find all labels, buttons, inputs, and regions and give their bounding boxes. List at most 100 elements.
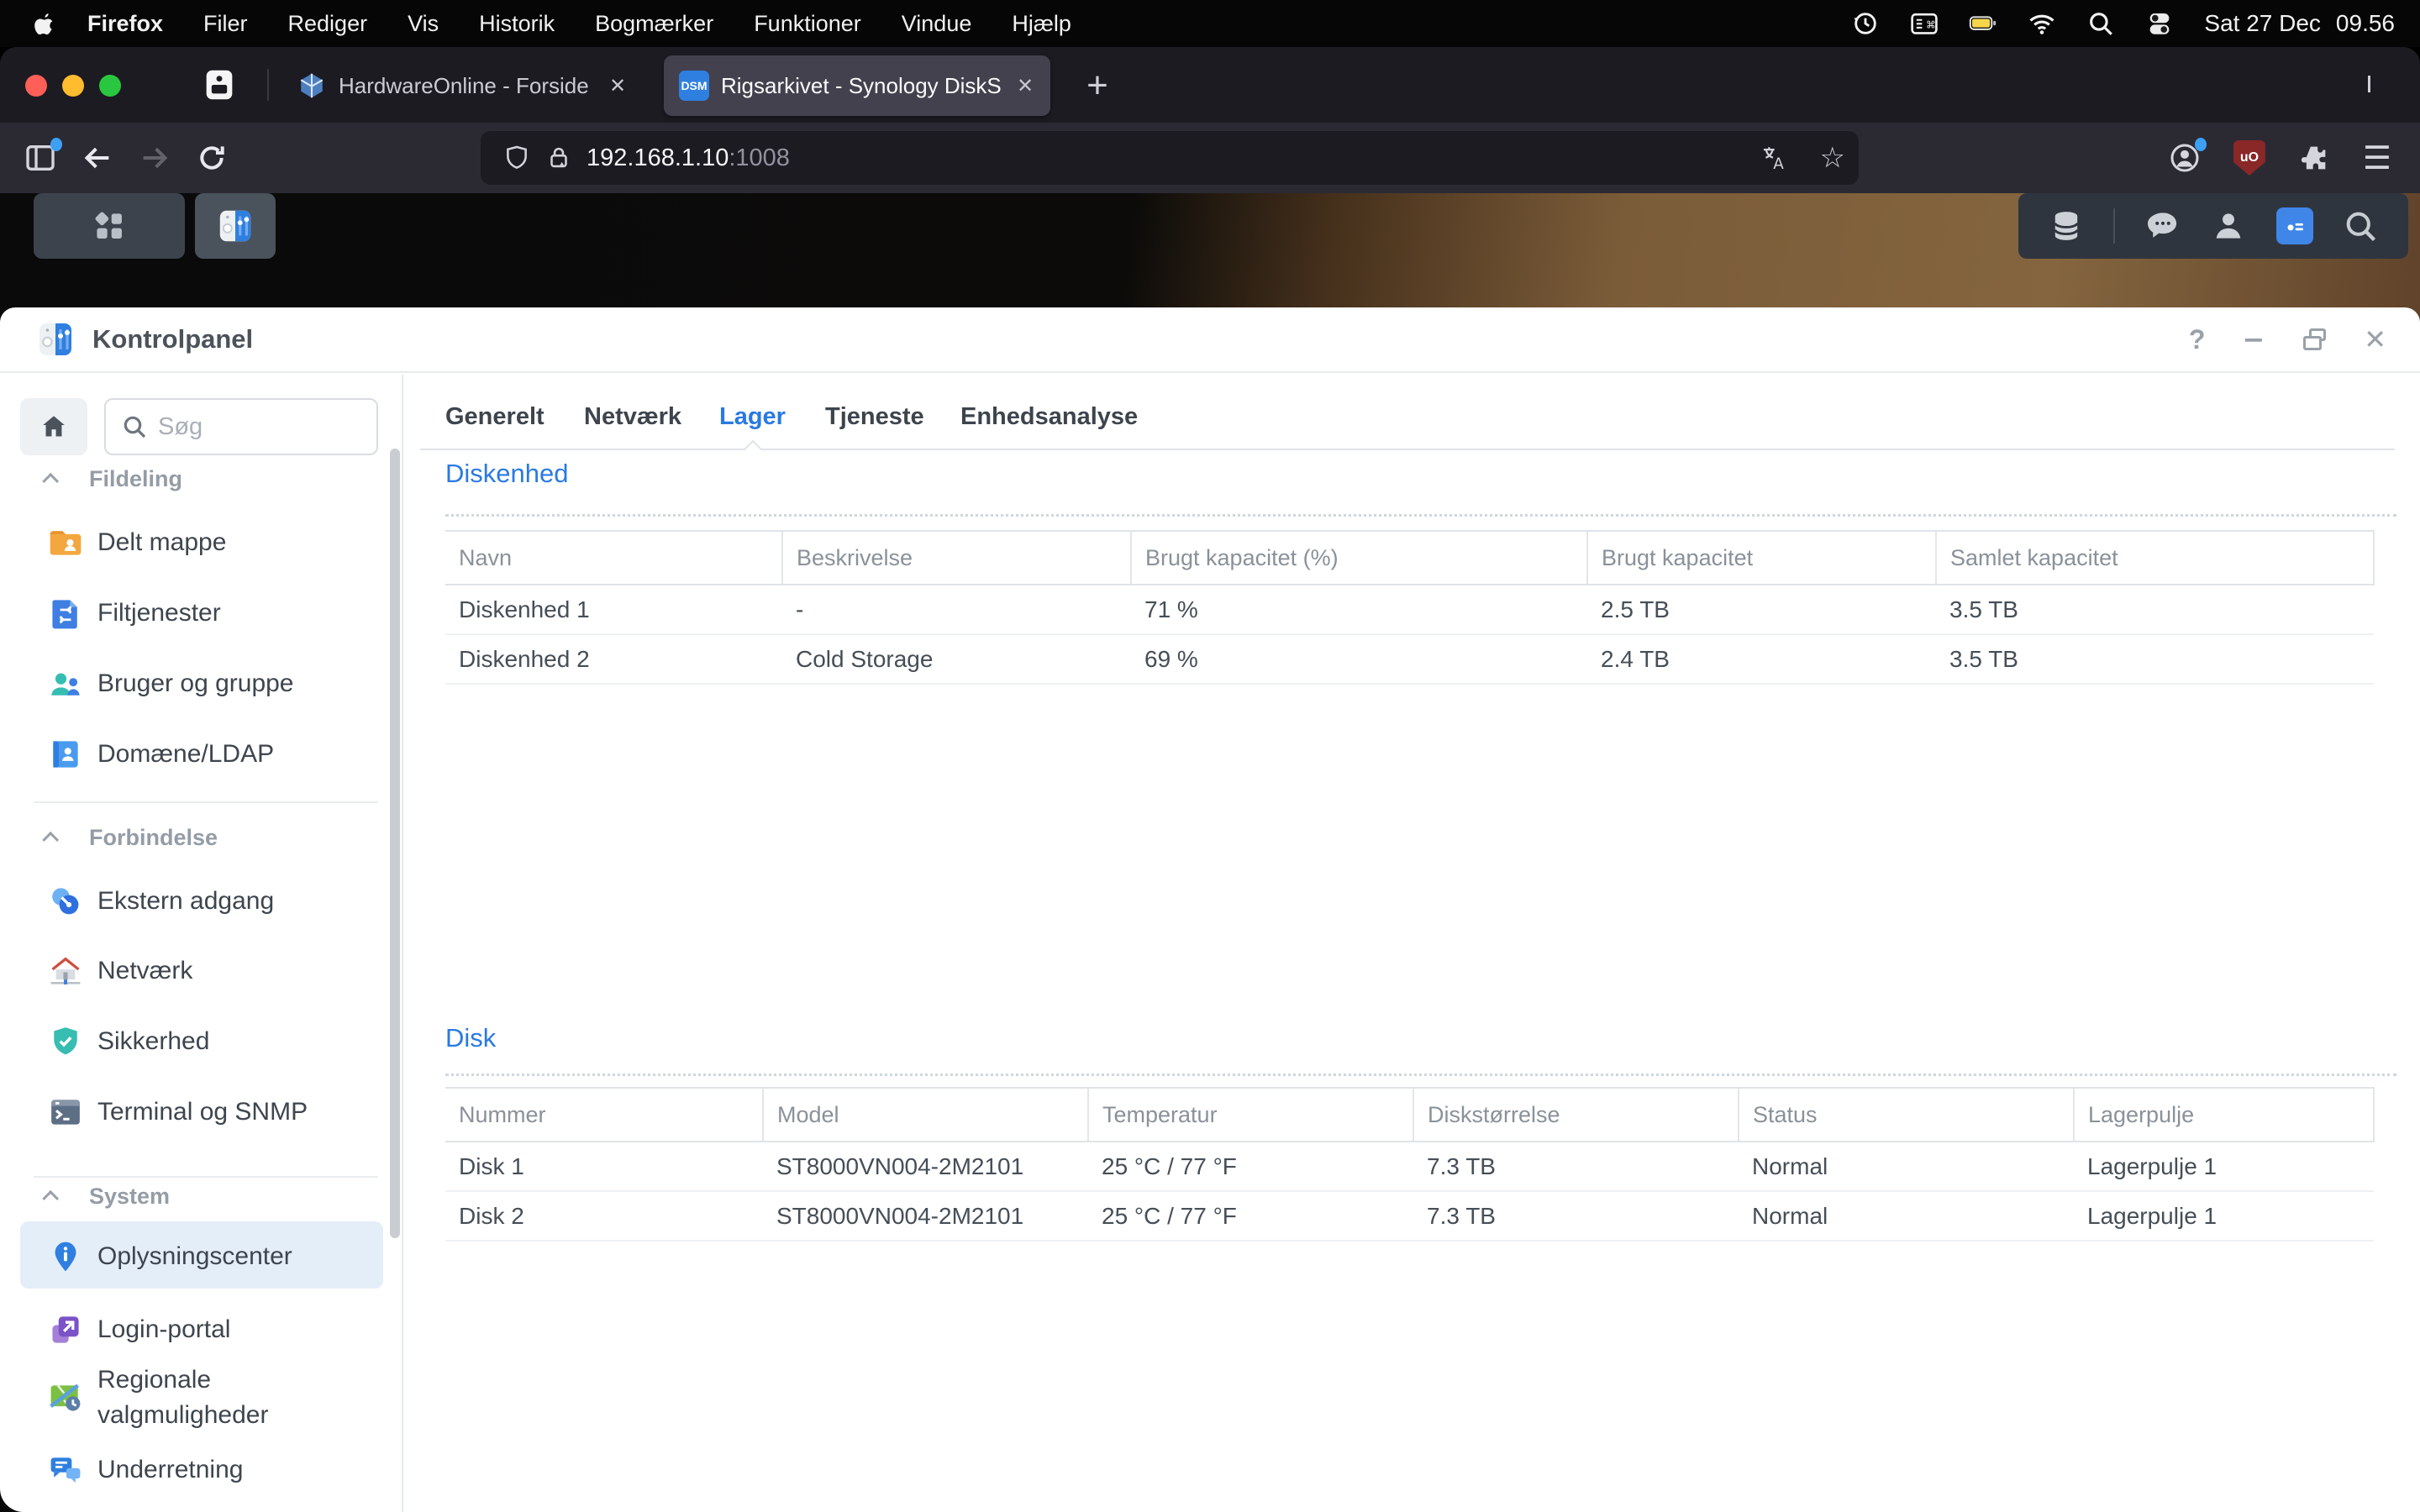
menubar-clock[interactable]: Sat 27 Dec 09.56 bbox=[2204, 10, 2395, 37]
window-minimize-button[interactable] bbox=[62, 75, 84, 97]
volume-row-1[interactable]: Diskenhed 1 - 71 % 2.5 TB 3.5 TB bbox=[445, 585, 2374, 634]
translate-icon[interactable]: A bbox=[1760, 144, 1788, 172]
tab-netvaerk[interactable]: Netværk bbox=[584, 403, 681, 431]
spotlight-search-icon[interactable] bbox=[2086, 11, 2115, 36]
column-nummer[interactable]: Nummer bbox=[445, 1088, 763, 1142]
section-header-system[interactable]: System bbox=[0, 1179, 402, 1213]
tracking-shield-icon[interactable] bbox=[502, 144, 531, 172]
menu-item-rediger[interactable]: Rediger bbox=[268, 11, 388, 37]
extensions-puzzle-icon[interactable] bbox=[2297, 141, 2331, 175]
tab-lager[interactable]: Lager bbox=[719, 403, 786, 431]
account-icon[interactable] bbox=[2168, 141, 2202, 175]
keyboard-shortcuts-icon[interactable]: ⌘ bbox=[1910, 11, 1939, 36]
sidebar-item-domaene-ldap[interactable]: Domæne/LDAP bbox=[0, 726, 390, 783]
cell: Disk 1 bbox=[445, 1142, 763, 1191]
column-lagerpulje[interactable]: Lagerpulje bbox=[2074, 1088, 2374, 1142]
tab-generelt[interactable]: Generelt bbox=[445, 403, 544, 431]
tab-hardwareonline[interactable]: HardwareOnline - Forside ✕ bbox=[281, 55, 643, 116]
new-tab-button[interactable]: + bbox=[1074, 62, 1121, 109]
control-center-icon[interactable] bbox=[2145, 11, 2174, 36]
column-navn[interactable]: Navn bbox=[445, 531, 782, 585]
sidebar-toggle-icon[interactable] bbox=[24, 141, 57, 175]
url-bar[interactable]: 192.168.1.10:1008 A ☆ bbox=[481, 131, 1859, 185]
apple-menu-icon[interactable] bbox=[34, 11, 55, 36]
url-text[interactable]: 192.168.1.10:1008 bbox=[587, 144, 1760, 172]
forward-icon[interactable] bbox=[138, 141, 171, 175]
sidebar-item-underretning[interactable]: Underretning bbox=[0, 1441, 390, 1499]
search-icon[interactable] bbox=[2342, 207, 2379, 244]
hamburger-menu-icon[interactable]: ☰ bbox=[2363, 139, 2391, 176]
connection-lock-icon[interactable] bbox=[544, 144, 573, 172]
shared-folder-icon bbox=[47, 524, 84, 561]
list-all-tabs-icon[interactable] bbox=[2368, 76, 2390, 97]
account-notification-dot bbox=[2195, 138, 2207, 151]
restore-button[interactable] bbox=[2302, 327, 2327, 352]
menu-item-historik[interactable]: Historik bbox=[459, 11, 575, 37]
home-button[interactable] bbox=[20, 398, 87, 455]
column-temperatur[interactable]: Temperatur bbox=[1088, 1088, 1413, 1142]
menu-item-bogmaerker[interactable]: Bogmærker bbox=[575, 11, 734, 37]
dsm-main-menu-button[interactable] bbox=[34, 193, 185, 259]
time-machine-icon[interactable] bbox=[1851, 11, 1880, 36]
back-icon[interactable] bbox=[81, 141, 114, 175]
firefox-toolbar: 192.168.1.10:1008 A ☆ uO ☰ bbox=[0, 123, 2420, 193]
column-samlet-kapacitet[interactable]: Samlet kapacitet bbox=[1936, 531, 2374, 585]
security-shield-icon bbox=[47, 1023, 84, 1060]
menu-item-firefox[interactable]: Firefox bbox=[67, 11, 183, 37]
bookmark-star-icon[interactable]: ☆ bbox=[1820, 141, 1845, 175]
network-icon bbox=[47, 953, 84, 990]
sidebar-item-oplysningscenter[interactable]: Oplysningscenter bbox=[0, 1228, 390, 1285]
dsm-control-panel-taskbar-button[interactable] bbox=[195, 193, 276, 259]
tab-close-icon[interactable]: ✕ bbox=[602, 71, 633, 101]
ublock-origin-icon[interactable]: uO bbox=[2233, 140, 2265, 176]
user-icon[interactable] bbox=[2210, 207, 2247, 244]
url-port: :1008 bbox=[729, 144, 790, 171]
tab-tjeneste[interactable]: Tjeneste bbox=[825, 403, 924, 431]
sidebar-item-sikkerhed[interactable]: Sikkerhed bbox=[0, 1013, 390, 1070]
sidebar-item-delt-mappe[interactable]: Delt mappe bbox=[0, 514, 390, 571]
help-button[interactable]: ? bbox=[2189, 324, 2206, 355]
column-model[interactable]: Model bbox=[763, 1088, 1088, 1142]
chat-icon[interactable] bbox=[2144, 207, 2181, 244]
window-close-button[interactable] bbox=[25, 75, 47, 97]
sidebar-item-ekstern-adgang[interactable]: Ekstern adgang bbox=[0, 873, 390, 930]
sidebar-item-bruger-og-gruppe[interactable]: Bruger og gruppe bbox=[0, 655, 390, 712]
sidebar-item-netvaerk[interactable]: Netværk bbox=[0, 942, 390, 1000]
menu-item-vis[interactable]: Vis bbox=[387, 11, 459, 37]
sidebar-item-terminal-og-snmp[interactable]: Terminal og SNMP bbox=[0, 1084, 390, 1141]
tab-synology-diskstation[interactable]: DSM Rigsarkivet - Synology DiskStat ✕ bbox=[664, 55, 1050, 116]
sidebar-scrollbar[interactable] bbox=[390, 449, 400, 1238]
section-header-forbindelse[interactable]: Forbindelse bbox=[0, 821, 402, 854]
column-brugt-kapacitet[interactable]: Brugt kapacitet bbox=[1587, 531, 1936, 585]
menu-item-funktioner[interactable]: Funktioner bbox=[734, 11, 881, 37]
window-zoom-button[interactable] bbox=[99, 75, 121, 97]
column-status[interactable]: Status bbox=[1739, 1088, 2074, 1142]
sidebar-search[interactable] bbox=[104, 398, 378, 455]
dsm-desktop: Kontrolpanel ? − ✕ bbox=[0, 193, 2420, 1512]
column-diskstoerrelse[interactable]: Diskstørrelse bbox=[1413, 1088, 1739, 1142]
wifi-icon[interactable] bbox=[2028, 11, 2056, 36]
minimize-button[interactable]: − bbox=[2242, 323, 2265, 355]
sidebar-item-filtjenester[interactable]: Filtjenester bbox=[0, 585, 390, 642]
column-beskrivelse[interactable]: Beskrivelse bbox=[782, 531, 1131, 585]
tab-enhedsanalyse[interactable]: Enhedsanalyse bbox=[960, 403, 1138, 431]
close-button[interactable]: ✕ bbox=[2364, 323, 2386, 355]
column-brugt-kapacitet-pct[interactable]: Brugt kapacitet (%) bbox=[1131, 531, 1587, 585]
storage-icon[interactable] bbox=[2048, 207, 2085, 244]
section-header-fildeling[interactable]: Fildeling bbox=[0, 462, 402, 496]
menu-item-filer[interactable]: Filer bbox=[183, 11, 268, 37]
active-tab-caret bbox=[744, 440, 763, 459]
reload-icon[interactable] bbox=[195, 141, 229, 175]
sidebar-item-regionale-valgmuligheder[interactable]: Regionale valgmuligheder bbox=[0, 1347, 390, 1448]
tab-close-icon[interactable]: ✕ bbox=[1010, 71, 1040, 101]
firefox-view-icon[interactable] bbox=[200, 66, 239, 104]
menu-item-vindue[interactable]: Vindue bbox=[881, 11, 992, 37]
volume-row-2[interactable]: Diskenhed 2 Cold Storage 69 % 2.4 TB 3.5… bbox=[445, 634, 2374, 684]
battery-icon[interactable] bbox=[1969, 11, 1997, 36]
widgets-icon[interactable] bbox=[2276, 207, 2313, 244]
disk-row-1[interactable]: Disk 1 ST8000VN004-2M2101 25 °C / 77 °F … bbox=[445, 1142, 2374, 1191]
tray-divider bbox=[2113, 208, 2115, 244]
menu-item-hjaelp[interactable]: Hjælp bbox=[992, 11, 1092, 37]
search-input[interactable] bbox=[158, 413, 351, 441]
disk-row-2[interactable]: Disk 2 ST8000VN004-2M2101 25 °C / 77 °F … bbox=[445, 1191, 2374, 1241]
